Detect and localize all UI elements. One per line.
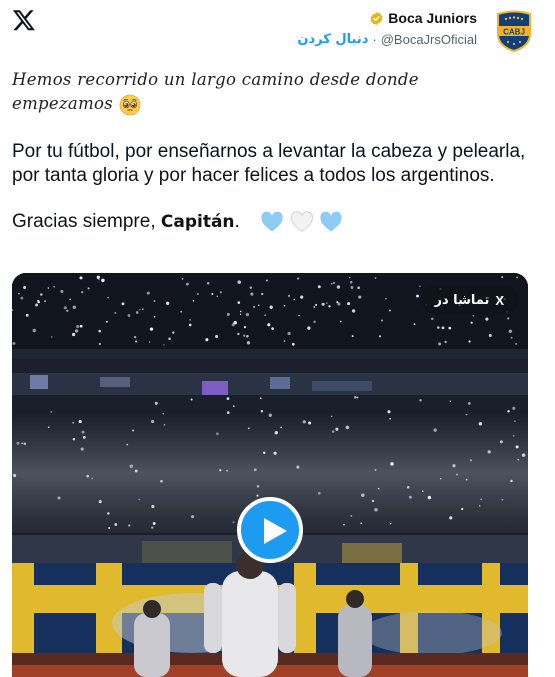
tweet-text: Hemos recorrido un largo camino desde do…	[12, 68, 537, 234]
author-handle[interactable]: @BocaJrsOficial	[381, 32, 477, 47]
light-blue-heart-emoji	[261, 211, 283, 232]
tweet-line-2: empezamos	[12, 92, 537, 116]
avatar[interactable]: CABJ	[495, 10, 533, 52]
video-media[interactable]: تماشا در X	[12, 273, 528, 677]
author-name-row[interactable]: Boca Juniors	[369, 10, 477, 26]
tweet-line-2-text: empezamos	[12, 94, 114, 113]
white-heart-emoji	[290, 211, 313, 233]
x-logo-icon[interactable]	[12, 8, 36, 32]
tweet-line-1: Hemos recorrido un largo camino desde do…	[12, 70, 419, 89]
author-meta: دنبال کردن · @BocaJrsOficial	[297, 32, 477, 47]
play-icon	[264, 518, 287, 544]
meta-separator: ·	[372, 32, 377, 47]
tweet-paragraph-2-suffix: .	[234, 211, 240, 232]
tweet-paragraph-2-prefix: Gracias siempre,	[12, 211, 161, 232]
watch-x-label: X	[495, 292, 504, 308]
tweet-paragraph-1: Por tu fútbol, por enseñarnos a levantar…	[12, 141, 526, 186]
pleading-face-emoji	[119, 94, 140, 115]
tweet-bold-capitan: Capitán	[160, 212, 235, 232]
watch-label: تماشا در	[434, 292, 490, 308]
avatar-text: CABJ	[503, 28, 525, 37]
light-blue-heart-emoji	[320, 211, 342, 232]
play-button[interactable]	[237, 497, 303, 563]
verified-badge-icon	[370, 11, 383, 25]
tweet-paragraph-2: Gracias siempre, Capitán.	[12, 210, 537, 234]
tweet-author: Boca Juniors دنبال کردن · @BocaJrsOficia…	[233, 10, 533, 54]
watch-on-x-button[interactable]: تماشا در X	[420, 285, 518, 315]
follow-button[interactable]: دنبال کردن	[297, 32, 368, 47]
author-name[interactable]: Boca Juniors	[388, 10, 477, 26]
stadium-video-frame	[12, 273, 528, 677]
